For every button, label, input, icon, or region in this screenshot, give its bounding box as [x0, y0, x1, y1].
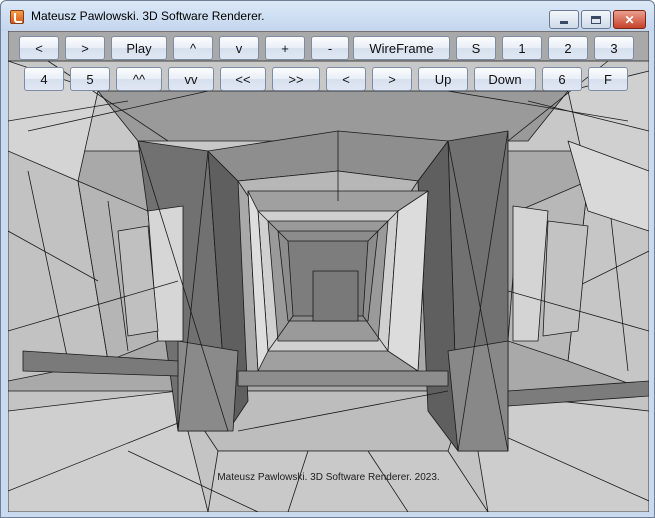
fast-left-button[interactable]: <<	[220, 67, 266, 91]
maximize-button[interactable]	[581, 10, 611, 29]
move-down-button[interactable]: Down	[474, 67, 536, 91]
rotate-right-button[interactable]: >	[65, 36, 105, 60]
f-button[interactable]: F	[588, 67, 628, 91]
move-right-button[interactable]: >	[372, 67, 412, 91]
tilt-up-button[interactable]: ^	[173, 36, 213, 60]
scene-1-button[interactable]: 1	[502, 36, 542, 60]
maximize-icon	[591, 15, 601, 24]
scene-6-button[interactable]: 6	[542, 67, 582, 91]
render-viewport[interactable]: Mateusz Pawlowski. 3D Software Renderer.…	[8, 31, 649, 512]
rotate-left-button[interactable]: <	[19, 36, 59, 60]
fast-down-button[interactable]: vv	[168, 67, 214, 91]
renderer-caption: Mateusz Pawlowski. 3D Software Renderer.…	[217, 472, 440, 483]
close-button[interactable]: ✕	[613, 10, 646, 29]
rendered-3d-scene	[8, 31, 649, 512]
fast-right-button[interactable]: >>	[272, 67, 320, 91]
wireframe-button[interactable]: WireFrame	[353, 36, 450, 60]
scene-5-button[interactable]: 5	[70, 67, 110, 91]
zoom-in-button[interactable]: +	[265, 36, 305, 60]
scene-2-button[interactable]: 2	[548, 36, 588, 60]
move-left-button[interactable]: <	[326, 67, 366, 91]
fast-up-button[interactable]: ^^	[116, 67, 162, 91]
tilt-down-button[interactable]: v	[219, 36, 259, 60]
zoom-out-button[interactable]: -	[311, 36, 349, 60]
minimize-button[interactable]	[549, 10, 579, 29]
title-bar[interactable]: Mateusz Pawlowski. 3D Software Renderer.…	[1, 1, 654, 31]
java-app-icon	[10, 10, 24, 24]
play-button[interactable]: Play	[111, 36, 167, 60]
window-title: Mateusz Pawlowski. 3D Software Renderer.	[31, 9, 265, 23]
scene-3-button[interactable]: 3	[594, 36, 634, 60]
close-icon: ✕	[624, 12, 635, 27]
move-up-button[interactable]: Up	[418, 67, 468, 91]
s-button[interactable]: S	[456, 36, 496, 60]
minimize-icon	[560, 21, 568, 24]
scene-4-button[interactable]: 4	[24, 67, 64, 91]
